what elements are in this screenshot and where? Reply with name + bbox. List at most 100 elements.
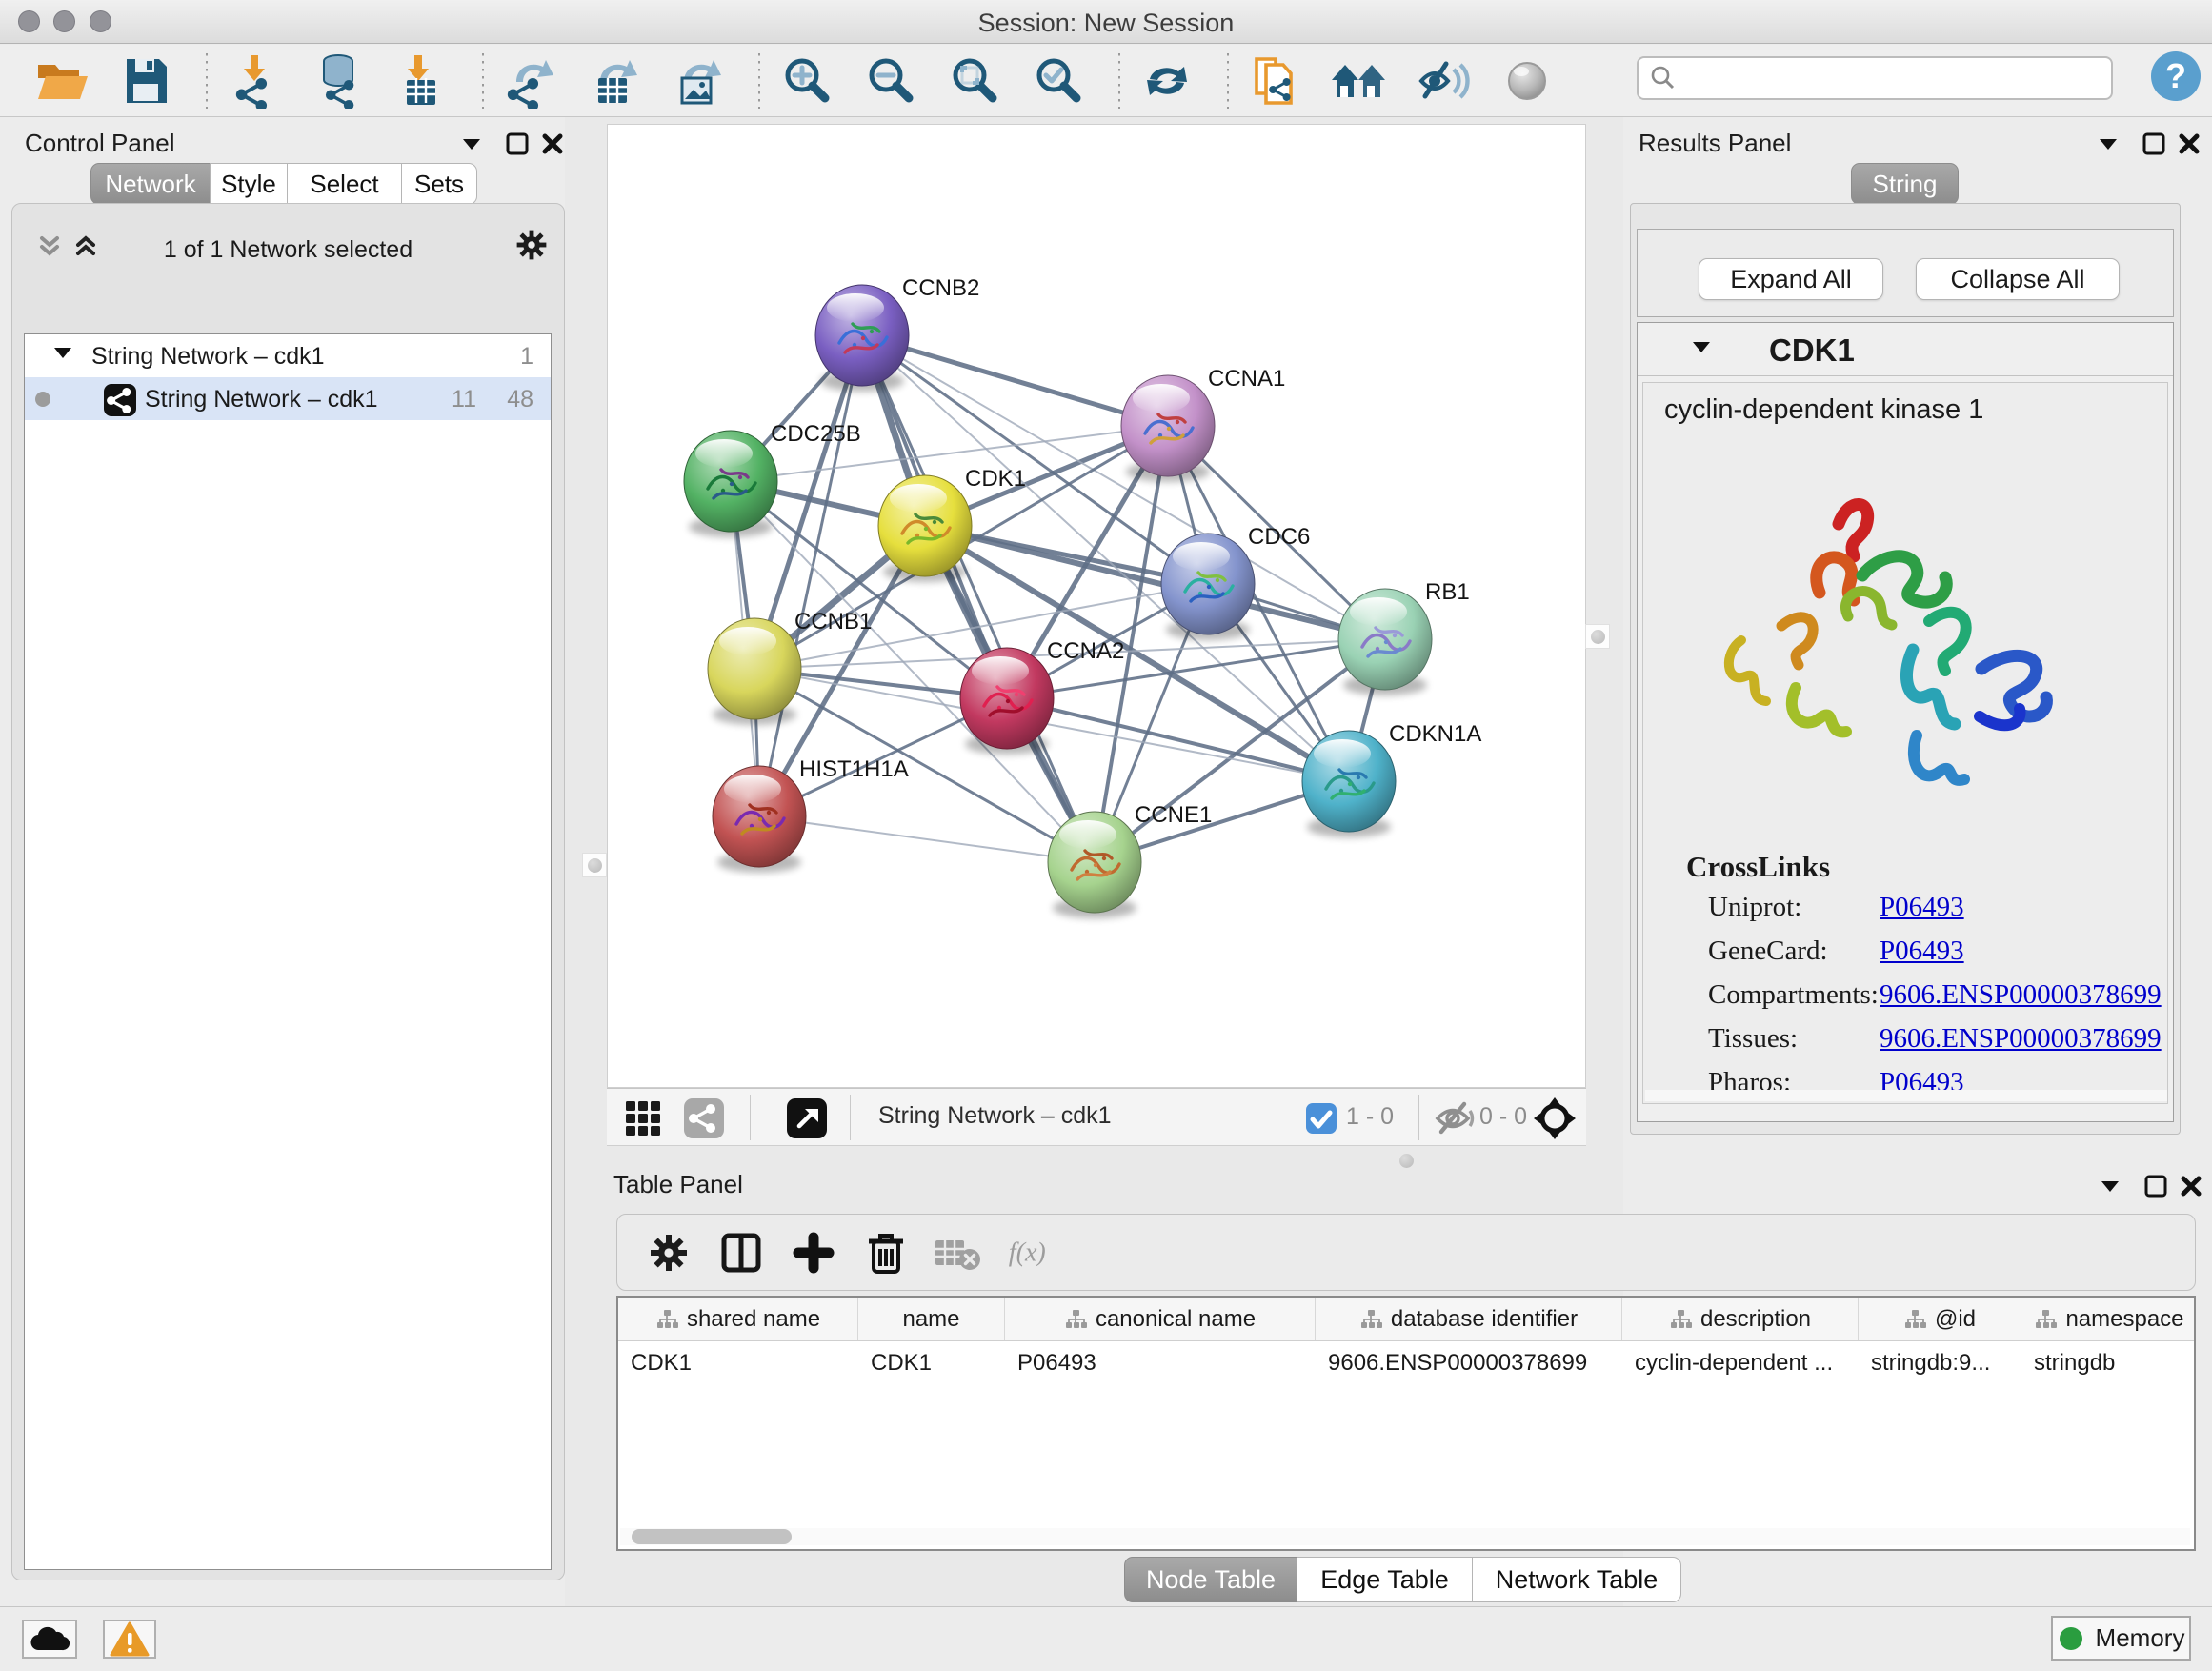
float-panel-icon[interactable] (2092, 130, 2124, 158)
close-panel-icon[interactable] (2175, 1172, 2207, 1200)
network-options-gear-icon[interactable] (515, 231, 548, 259)
column-label: canonical name (1096, 1306, 1256, 1333)
crosslink-row: Compartments:9606.ENSP00000378699 (1643, 972, 2167, 1016)
splitter-handle[interactable] (1585, 624, 1610, 649)
import-network-button[interactable] (225, 51, 284, 111)
plus-icon[interactable] (789, 1228, 838, 1278)
tab-style[interactable]: Style (210, 163, 288, 205)
collapse-caret-icon[interactable] (1690, 338, 1713, 355)
node-table[interactable]: shared namename canonical name database id… (616, 1296, 2196, 1551)
birds-eye-toggle-icon[interactable] (1533, 1097, 1577, 1140)
columns-icon[interactable] (716, 1228, 766, 1278)
table-row[interactable]: CDK1CDK1P064939606.ENSP00000378699cyclin… (618, 1341, 2194, 1385)
memory-button[interactable]: Memory (2051, 1616, 2191, 1661)
first-neighbors-button[interactable] (1330, 51, 1389, 111)
network-row-selected[interactable]: String Network – cdk1 11 48 (25, 377, 551, 420)
results-hscrollbar[interactable] (1645, 1090, 2167, 1101)
zoom-in-button[interactable] (777, 51, 836, 111)
table-cell[interactable]: P06493 (1005, 1341, 1316, 1385)
zoom-fit-button[interactable] (945, 51, 1004, 111)
node-entry-header[interactable]: CDK1 (1638, 323, 2173, 376)
network-collection-row[interactable]: String Network – cdk1 1 (25, 334, 551, 377)
tab-sets[interactable]: Sets (401, 163, 477, 205)
tab-network[interactable]: Network (90, 163, 211, 205)
table-cell[interactable]: stringdb:9... (1859, 1341, 2021, 1385)
export-image-button[interactable] (669, 51, 728, 111)
column-header[interactable]: namespace (2021, 1298, 2196, 1340)
export-network-button[interactable] (501, 51, 560, 111)
zoom-out-button[interactable] (861, 51, 920, 111)
scrollbar-thumb[interactable] (632, 1529, 792, 1544)
trash-icon[interactable] (861, 1228, 911, 1278)
table-cell[interactable]: stringdb (2021, 1341, 2196, 1385)
node-HIST1H1A[interactable] (713, 766, 806, 873)
table-hscrollbar[interactable] (620, 1528, 2190, 1545)
search-input[interactable] (1637, 56, 2113, 100)
close-panel-icon[interactable] (2173, 130, 2205, 158)
network-canvas[interactable]: CCNB2CCNA1CDC25BCDK1CDC6RB1CCNB1CCNA2CDK… (607, 124, 1586, 1088)
open-folder-button[interactable] (32, 51, 91, 111)
close-panel-icon[interactable] (536, 130, 569, 158)
detach-view-icon[interactable] (786, 1097, 828, 1139)
edge-CCNB2-HIST1H1A (759, 335, 862, 816)
node-CDC25B[interactable] (684, 431, 777, 537)
hierarchy-column-icon (1064, 1308, 1087, 1331)
hide-unhide-button[interactable] (1414, 51, 1473, 111)
crosslink-link[interactable]: P06493 (1880, 892, 1964, 923)
node-CCNA2[interactable] (960, 648, 1054, 755)
import-table-button[interactable] (392, 51, 452, 111)
maximize-panel-icon[interactable] (2138, 130, 2170, 158)
table-cell[interactable]: 9606.ENSP00000378699 (1316, 1341, 1622, 1385)
node-CDC6[interactable] (1161, 534, 1255, 640)
crosslink-link[interactable]: P06493 (1880, 936, 1964, 967)
collapse-all-button[interactable]: Collapse All (1916, 258, 2120, 300)
maximize-panel-icon[interactable] (501, 130, 533, 158)
selected-checkbox-icon[interactable] (1305, 1102, 1337, 1135)
tab-select[interactable]: Select (287, 163, 402, 205)
save-button[interactable] (116, 51, 175, 111)
splitter-handle[interactable] (582, 853, 607, 877)
node-CDK1[interactable] (878, 475, 972, 582)
float-panel-icon[interactable] (2094, 1172, 2126, 1200)
protein-structure-image (1696, 450, 2096, 831)
cloud-status-button[interactable] (22, 1620, 77, 1659)
crosslink-link[interactable]: 9606.ENSP00000378699 (1880, 1023, 2162, 1055)
zoom-selected-button[interactable] (1029, 51, 1088, 111)
node-CDKN1A[interactable] (1302, 731, 1396, 837)
expand-all-button[interactable]: Expand All (1699, 258, 1883, 300)
column-header[interactable]: @id (1859, 1298, 2021, 1340)
refresh-button[interactable] (1137, 51, 1196, 111)
grid-view-icon[interactable] (622, 1097, 664, 1139)
collapse-caret-icon[interactable] (51, 344, 74, 361)
column-header[interactable]: canonical name (1005, 1298, 1316, 1340)
fx-icon[interactable]: f(x) (1006, 1228, 1056, 1278)
column-header[interactable]: database identifier (1316, 1298, 1622, 1340)
table-cell[interactable]: CDK1 (858, 1341, 1005, 1385)
float-panel-icon[interactable] (455, 130, 488, 158)
warnings-button[interactable] (103, 1620, 156, 1659)
tab-node-table[interactable]: Node Table (1124, 1557, 1297, 1602)
export-table-button[interactable] (585, 51, 644, 111)
gear-icon[interactable] (644, 1228, 694, 1278)
node-CCNE1[interactable] (1048, 812, 1141, 918)
network-overview-icon[interactable] (683, 1097, 725, 1139)
column-header[interactable]: description (1622, 1298, 1859, 1340)
tab-network-table[interactable]: Network Table (1472, 1557, 1681, 1602)
maximize-panel-icon[interactable] (2140, 1172, 2172, 1200)
help-button[interactable]: ? (2149, 50, 2202, 103)
table-delete-icon[interactable] (934, 1228, 983, 1278)
node-CCNA1[interactable] (1121, 375, 1215, 482)
crosslink-link[interactable]: 9606.ENSP00000378699 (1880, 979, 2162, 1011)
table-cell[interactable]: CDK1 (618, 1341, 858, 1385)
node-RB1[interactable] (1338, 589, 1432, 695)
tab-string[interactable]: String (1851, 163, 1959, 205)
preview-sphere-button[interactable] (1498, 51, 1557, 111)
column-header[interactable]: shared name (618, 1298, 858, 1340)
tab-edge-table[interactable]: Edge Table (1297, 1557, 1473, 1602)
import-database-button[interactable] (309, 51, 368, 111)
node-CCNB1[interactable] (708, 618, 801, 725)
node-CCNB2[interactable] (815, 285, 909, 392)
copy-network-button[interactable] (1246, 51, 1305, 111)
column-header[interactable]: name (858, 1298, 1005, 1340)
table-cell[interactable]: cyclin-dependent ... (1622, 1341, 1859, 1385)
